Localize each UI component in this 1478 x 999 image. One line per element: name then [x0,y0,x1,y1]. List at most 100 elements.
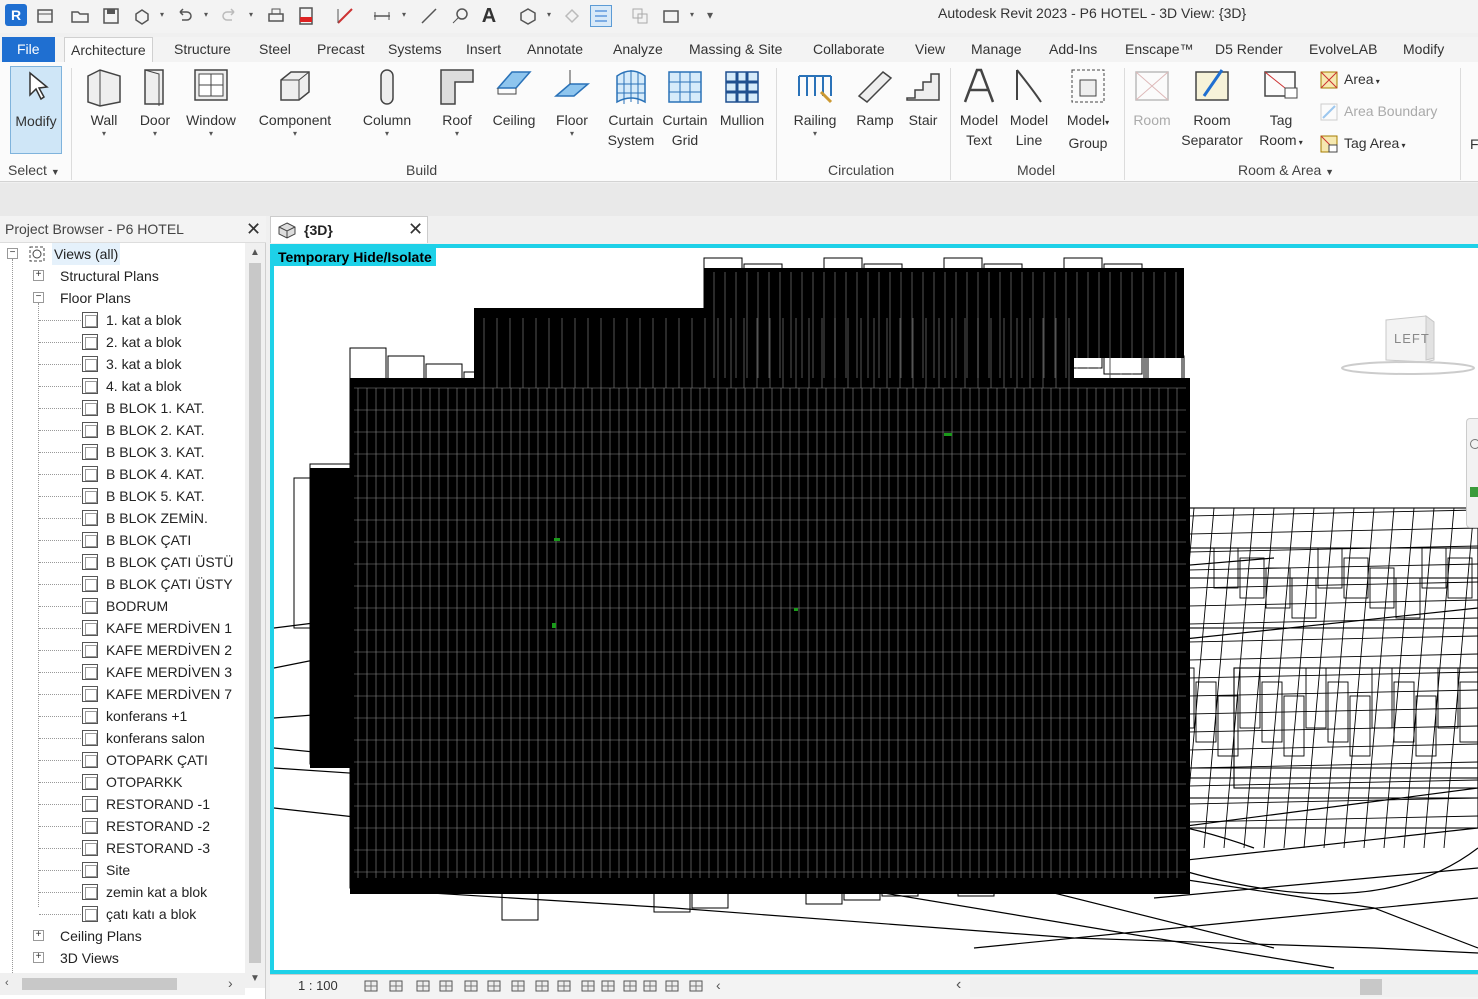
tab-insert[interactable]: Insert [460,37,507,62]
tab-modify[interactable]: Modify [1397,37,1450,62]
door-button[interactable]: Door ▾ [135,66,175,138]
undo-dropdown-icon[interactable]: ▾ [204,10,212,20]
project-browser-vertical-scrollbar[interactable]: ▲ ▼ [245,243,265,988]
select-panel-label[interactable]: Select ▼ [8,162,60,178]
open-icon[interactable] [69,5,91,27]
print-icon[interactable] [265,5,287,27]
section-icon[interactable] [561,5,583,27]
show-crop-region-icon[interactable] [510,978,526,994]
tag-by-category-icon[interactable] [449,5,471,27]
area-boundary-button[interactable]: Area Boundary [1320,100,1437,122]
tab-steel[interactable]: Steel [253,37,297,62]
tab-enscape[interactable]: Enscape™ [1119,37,1199,62]
room-separator-button[interactable]: Room Separator [1178,66,1246,150]
reveal-constraints-icon[interactable] [688,978,704,994]
revit-logo-icon[interactable]: R [5,4,27,26]
shadows-icon[interactable] [438,978,454,994]
model-wireframe[interactable] [274,248,1478,970]
aligned-dimension-icon[interactable] [371,5,393,27]
room-area-panel-label[interactable]: Room & Area ▼ [1238,162,1334,178]
tab-view[interactable]: View [909,37,951,62]
curtain-grid-button[interactable]: Curtain Grid [662,66,708,150]
spot-dimension-icon[interactable] [418,5,440,27]
tab-file[interactable]: File [2,37,55,62]
switch-windows-icon[interactable] [660,5,682,27]
tab-manage[interactable]: Manage [965,37,1028,62]
collapse-view-controls-icon[interactable]: ‹ [716,977,721,993]
thin-lines-icon[interactable] [590,5,612,27]
export-pdf-icon[interactable] [295,5,317,27]
switch-windows-dropdown-icon[interactable]: ▾ [690,10,698,20]
tab-analyze[interactable]: Analyze [607,37,669,62]
unlocked-3d-view-icon[interactable] [534,978,550,994]
sync-icon[interactable] [131,5,153,27]
redo-dropdown-icon[interactable]: ▾ [249,10,257,20]
redo-icon[interactable] [219,5,241,27]
room-button[interactable]: Room [1130,66,1174,130]
temporary-hide-isolate-label[interactable]: Temporary Hide/Isolate [274,248,436,266]
view-scale[interactable]: 1 : 100 [298,978,338,993]
expand-icon[interactable]: + [33,270,44,281]
viewcube-compass-ring[interactable] [1338,358,1478,378]
collapse-icon[interactable]: − [33,292,44,303]
tab-structure[interactable]: Structure [168,37,237,62]
customize-qat-icon[interactable]: ▾ [707,8,715,22]
model-line-button[interactable]: Model Line [1006,66,1052,150]
wall-button[interactable]: Wall ▾ [82,66,126,138]
tab-precast[interactable]: Precast [311,37,370,62]
expand-icon[interactable]: + [33,952,44,963]
close-icon[interactable]: ✕ [408,219,423,240]
zoom-icon[interactable] [1470,487,1478,497]
tag-room-button[interactable]: Tag Room ▾ [1254,66,1308,153]
undo-icon[interactable] [173,5,195,27]
window-button[interactable]: Window ▾ [182,66,240,138]
default-3d-view-icon[interactable] [517,5,539,27]
home-icon[interactable] [34,5,56,27]
scroll-thumb[interactable] [1360,979,1382,995]
roof-button[interactable]: Roof ▾ [436,66,478,138]
scroll-up-icon[interactable]: ▲ [250,247,260,258]
area-button[interactable]: Area ▾ [1320,68,1380,90]
railing-button[interactable]: Railing ▾ [786,66,844,138]
scroll-left-icon[interactable]: ‹ [956,976,961,994]
tab-add-ins[interactable]: Add-Ins [1043,37,1103,62]
save-icon[interactable] [100,5,122,27]
scroll-right-icon[interactable]: › [228,975,233,991]
column-button[interactable]: Column ▾ [358,66,416,138]
floor-button[interactable]: Floor ▾ [550,66,594,138]
tab-annotate[interactable]: Annotate [521,37,589,62]
curtain-system-button[interactable]: Curtain System [606,66,656,150]
worksharing-display-icon[interactable] [600,978,616,994]
collapse-icon[interactable]: − [7,248,18,259]
stair-button[interactable]: Stair [902,66,944,130]
3d-view-canvas[interactable]: Temporary Hide/Isolate LEFT [270,244,1478,974]
scroll-down-icon[interactable]: ▼ [250,973,260,984]
dimension-dropdown-icon[interactable]: ▾ [402,10,410,20]
ramp-button[interactable]: Ramp [854,66,896,130]
modify-button[interactable]: Modify [10,66,62,154]
tab-architecture[interactable]: Architecture [64,37,153,62]
text-icon[interactable]: A [478,5,500,27]
steering-wheel-icon[interactable] [1470,439,1478,449]
ceiling-button[interactable]: Ceiling [488,66,540,130]
scroll-left-icon[interactable]: ‹ [5,977,9,989]
navigation-bar[interactable] [1466,418,1478,528]
expand-icon[interactable]: + [33,930,44,941]
temporary-hide-isolate-icon[interactable] [556,978,572,994]
show-analytical-model-icon[interactable] [642,978,658,994]
measure-icon[interactable] [334,5,356,27]
detail-level-icon[interactable] [363,978,379,994]
sync-dropdown-icon[interactable]: ▾ [160,10,168,20]
temporary-view-properties-icon[interactable] [622,978,638,994]
view-horizontal-scrollbar[interactable]: ‹ [956,976,1478,997]
tag-area-button[interactable]: Tag Area ▾ [1320,132,1406,154]
mullion-button[interactable]: Mullion [716,66,768,130]
close-hidden-windows-icon[interactable] [629,5,651,27]
tab-collaborate[interactable]: Collaborate [807,37,891,62]
tab-evolvelab[interactable]: EvolveLAB [1303,37,1383,62]
overflow-panel-button[interactable]: F [1470,134,1478,154]
close-icon[interactable]: ✕ [246,219,261,240]
tab-d5-render[interactable]: D5 Render [1209,37,1289,62]
tab-massing-site[interactable]: Massing & Site [683,37,788,62]
3d-view-dropdown-icon[interactable]: ▾ [547,10,555,20]
